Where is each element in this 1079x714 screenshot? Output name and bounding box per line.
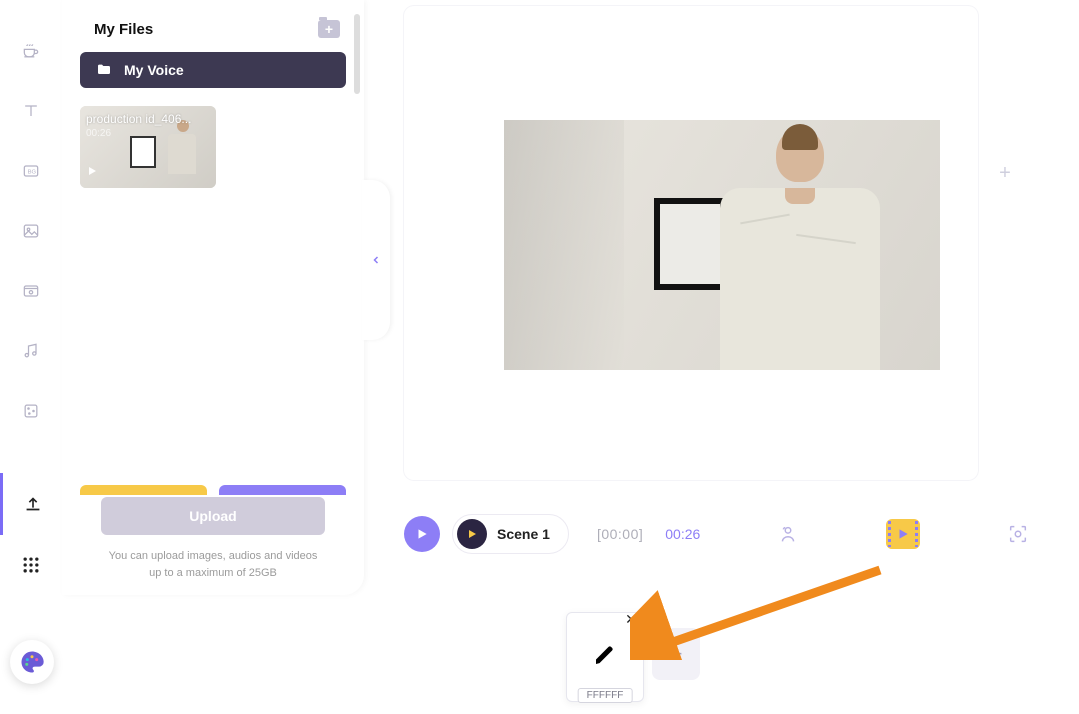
add-item-button[interactable]: + xyxy=(652,628,700,680)
thumb-label: production id_406... xyxy=(86,112,191,126)
person-icon[interactable] xyxy=(774,520,802,548)
collapse-panel-button[interactable] xyxy=(362,180,390,340)
picture-frame xyxy=(654,198,726,290)
video-icon[interactable] xyxy=(20,280,42,302)
chip-purple[interactable] xyxy=(219,485,346,495)
scene-play-button[interactable] xyxy=(457,519,487,549)
text-icon[interactable] xyxy=(20,100,42,122)
chip-yellow[interactable] xyxy=(80,485,207,495)
folder-icon xyxy=(96,62,112,78)
upload-button[interactable]: Upload xyxy=(101,497,325,535)
panel-title: My Files xyxy=(94,21,153,38)
add-folder-button[interactable]: + xyxy=(318,20,340,38)
side-panel: My Files + My Voice production id_406...… xyxy=(62,0,364,595)
video-preview[interactable] xyxy=(504,120,940,370)
person-figure xyxy=(720,128,880,370)
toolbar: Scene 1 [00:00] 00:26 xyxy=(404,510,1049,558)
scene-selector[interactable]: Scene 1 xyxy=(452,514,569,554)
play-icon xyxy=(86,164,98,182)
media-thumbnail[interactable]: production id_406... 00:26 xyxy=(80,106,216,188)
timeline-button[interactable] xyxy=(886,519,920,549)
play-button[interactable] xyxy=(404,516,440,552)
panel-chips xyxy=(80,485,346,495)
chevron-left-icon xyxy=(370,254,382,266)
upload-tab[interactable] xyxy=(0,473,62,535)
time-total: [00:00] xyxy=(597,526,643,542)
play-icon xyxy=(896,527,910,541)
palette-icon xyxy=(18,648,46,676)
effects-icon[interactable] xyxy=(20,400,42,422)
color-edit-card[interactable]: ✕ FFFFFF xyxy=(566,612,644,702)
image-icon[interactable] xyxy=(20,220,42,242)
close-icon[interactable]: ✕ xyxy=(623,611,639,627)
coffee-icon[interactable] xyxy=(20,40,42,62)
play-icon xyxy=(415,527,429,541)
folder-label: My Voice xyxy=(124,62,184,78)
audio-icon[interactable] xyxy=(20,340,42,362)
scene-label: Scene 1 xyxy=(497,526,550,542)
apps-icon[interactable] xyxy=(0,535,62,595)
folder-my-voice[interactable]: My Voice xyxy=(80,52,346,88)
thumb-duration: 00:26 xyxy=(86,128,111,139)
theme-palette-button[interactable] xyxy=(10,640,54,684)
color-hex-label: FFFFFF xyxy=(578,688,633,703)
svg-text:BG: BG xyxy=(28,170,37,176)
scrollbar[interactable] xyxy=(354,14,360,94)
focus-icon[interactable] xyxy=(1004,520,1032,548)
add-slide-button[interactable]: + xyxy=(992,160,1018,186)
background-icon[interactable]: BG xyxy=(20,160,42,182)
time-current: 00:26 xyxy=(665,526,700,542)
upload-hint: You can upload images, audios and videos… xyxy=(62,548,364,581)
pencil-icon xyxy=(593,643,617,672)
